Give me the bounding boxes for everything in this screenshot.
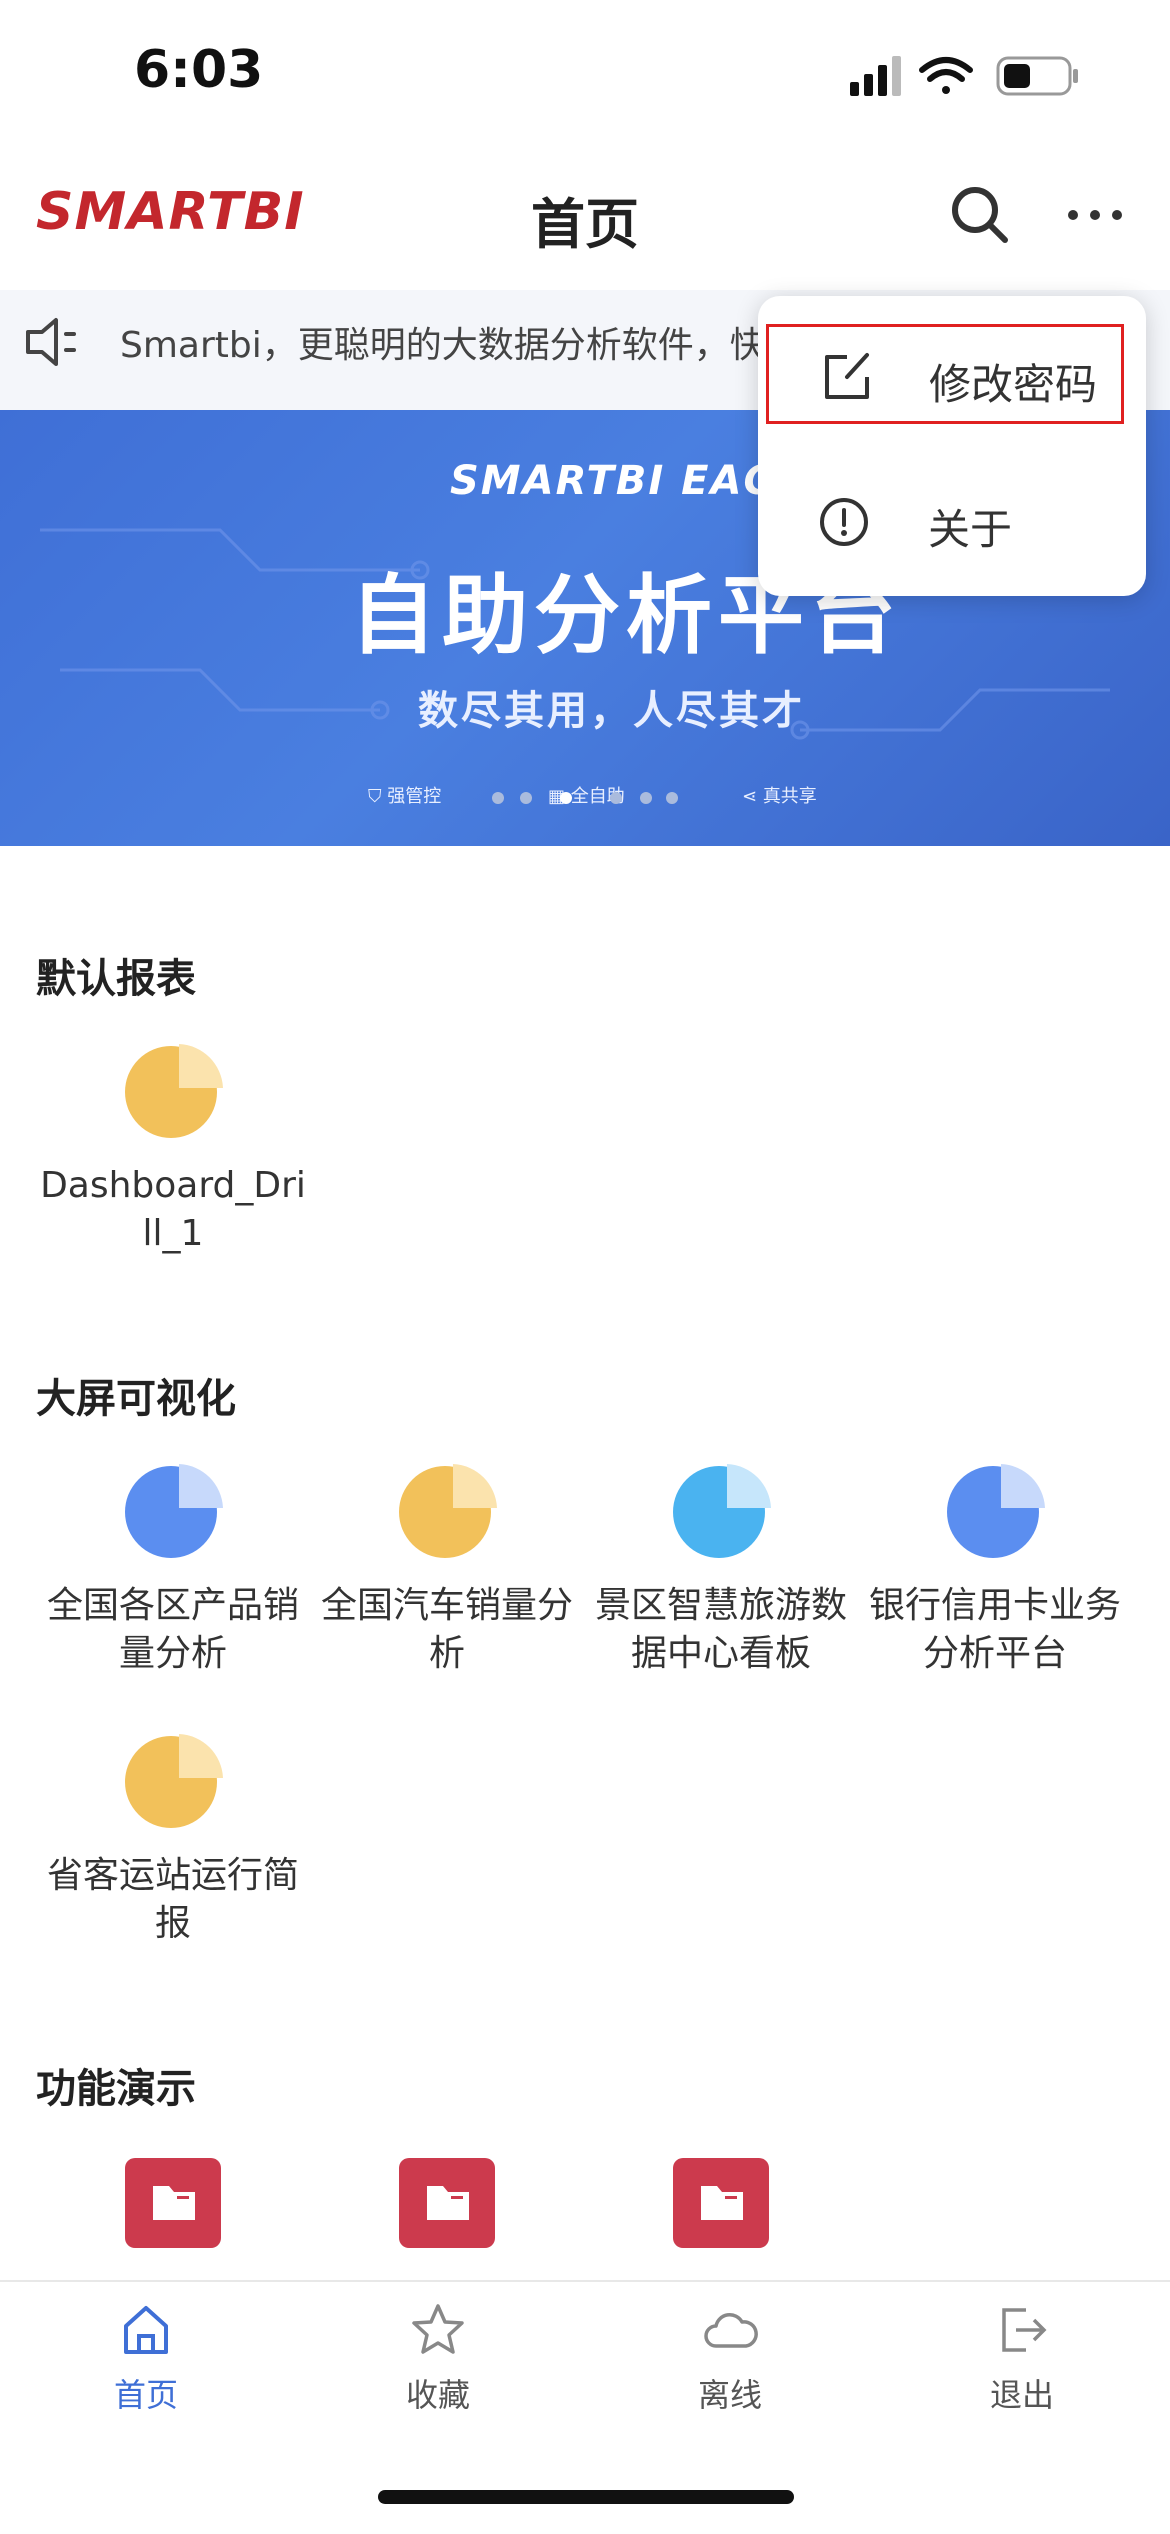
menu-item-label: 关于 bbox=[928, 505, 1013, 554]
tab-favorites[interactable]: 收藏 bbox=[292, 2300, 584, 2416]
tab-label: 首页 bbox=[113, 2376, 178, 2414]
report-item[interactable]: 省客运站运行简报 bbox=[38, 1730, 308, 1948]
star-icon bbox=[412, 2304, 464, 2354]
cloud-icon bbox=[704, 2313, 758, 2348]
section-title: 大屏可视化 bbox=[36, 1376, 236, 1422]
banner-tag: ⛉ 强管控 bbox=[368, 786, 442, 807]
tab-label: 退出 bbox=[989, 2376, 1054, 2414]
carousel-dot-active[interactable] bbox=[560, 792, 572, 804]
folder-item[interactable] bbox=[38, 2158, 308, 2248]
report-item[interactable]: 银行信用卡业务分析平台 bbox=[860, 1460, 1130, 1678]
report-item[interactable]: 景区智慧旅游数据中心看板 bbox=[586, 1460, 856, 1678]
battery-icon bbox=[996, 56, 1078, 96]
carousel-dot[interactable] bbox=[610, 792, 622, 804]
shield-icon: ⛉ bbox=[368, 786, 388, 807]
info-icon bbox=[820, 498, 868, 546]
carousel-dot[interactable] bbox=[492, 792, 504, 804]
search-button[interactable] bbox=[945, 180, 1015, 250]
tab-offline[interactable]: 离线 bbox=[584, 2300, 876, 2416]
report-item-label: 景区智慧旅游数据中心看板 bbox=[594, 1585, 847, 1674]
carousel-dot[interactable] bbox=[520, 792, 532, 804]
report-item[interactable]: 全国各区产品销量分析 bbox=[38, 1460, 308, 1678]
wifi-icon bbox=[919, 57, 973, 94]
report-item-label: 全国汽车销量分析 bbox=[320, 1585, 573, 1674]
status-time: 6:03 bbox=[134, 40, 264, 100]
logout-icon bbox=[1002, 2308, 1047, 2352]
speaker-icon bbox=[22, 312, 82, 372]
notice-text: Smartbi，更聪明的大数据分析软件，快 bbox=[120, 325, 766, 366]
home-icon bbox=[124, 2306, 168, 2354]
folder-item[interactable] bbox=[586, 2158, 856, 2248]
pie-chart-blue-icon bbox=[947, 1464, 1045, 1558]
report-item-label: 全国各区产品销量分析 bbox=[46, 1585, 299, 1674]
menu-item-label: 修改密码 bbox=[929, 360, 1098, 409]
pie-chart-cyan-icon bbox=[673, 1464, 771, 1558]
report-item[interactable]: Dashboard_Drill_1 bbox=[38, 1040, 308, 1258]
report-item-label: 省客运站运行简报 bbox=[46, 1855, 299, 1944]
report-item-label: 银行信用卡业务分析平台 bbox=[868, 1585, 1121, 1674]
share-icon: ⋖ bbox=[742, 786, 763, 807]
pie-chart-yellow-icon bbox=[399, 1464, 497, 1558]
pie-chart-yellow-icon bbox=[125, 1734, 223, 1828]
menu-item-change-password[interactable]: 修改密码 bbox=[766, 324, 1124, 424]
report-item[interactable]: 全国汽车销量分析 bbox=[312, 1460, 582, 1678]
carousel-dot[interactable] bbox=[666, 792, 678, 804]
banner-subtitle: 数尽其用，人尽其才 bbox=[418, 688, 805, 734]
menu-item-about[interactable]: 关于 bbox=[768, 472, 1128, 572]
banner-tag: ⋖ 真共享 bbox=[742, 786, 817, 807]
report-item-label: Dashboard_Drill_1 bbox=[40, 1165, 306, 1254]
folder-icon bbox=[673, 2158, 769, 2248]
cellular-signal-icon bbox=[850, 56, 901, 96]
tab-logout[interactable]: 退出 bbox=[876, 2300, 1168, 2416]
tab-home[interactable]: 首页 bbox=[0, 2300, 292, 2416]
folder-item[interactable] bbox=[312, 2158, 582, 2248]
section-title: 默认报表 bbox=[36, 956, 196, 1002]
folder-icon bbox=[399, 2158, 495, 2248]
status-icons bbox=[850, 52, 1090, 106]
search-icon bbox=[952, 187, 1008, 243]
tab-label: 离线 bbox=[697, 2376, 762, 2414]
section-title: 功能演示 bbox=[36, 2066, 196, 2112]
edit-icon bbox=[825, 353, 869, 399]
more-button[interactable] bbox=[1060, 180, 1130, 250]
home-indicator bbox=[378, 2490, 794, 2504]
pie-chart-blue-icon bbox=[125, 1464, 223, 1558]
pie-chart-yellow-icon bbox=[125, 1044, 223, 1138]
more-dots-icon bbox=[1068, 210, 1122, 220]
tab-label: 收藏 bbox=[405, 2376, 470, 2414]
folder-icon bbox=[125, 2158, 221, 2248]
carousel-dot[interactable] bbox=[640, 792, 652, 804]
